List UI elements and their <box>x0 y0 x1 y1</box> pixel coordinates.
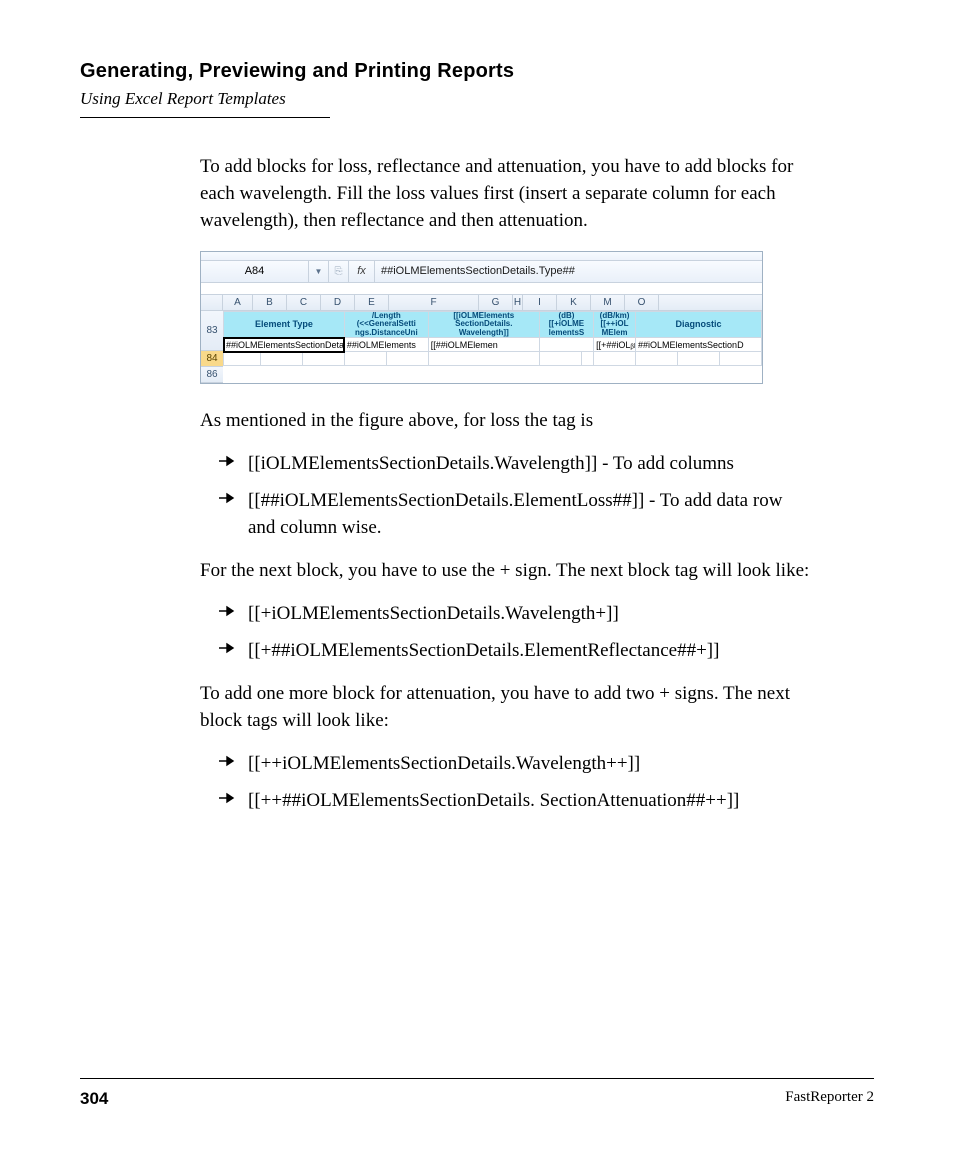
list-item-text: [[++##iOLMElementsSectionDetails. Sectio… <box>248 788 739 815</box>
formula-value[interactable]: ##iOLMElementsSectionDetails.Type## <box>375 261 762 282</box>
paragraph-2: As mentioned in the figure above, for lo… <box>200 408 810 435</box>
col-B[interactable]: B <box>253 295 287 310</box>
list-item-text: [[+iOLMElementsSectionDetails.Wavelength… <box>248 601 619 628</box>
col-I[interactable]: I <box>523 295 557 310</box>
header: Generating, Previewing and Printing Repo… <box>80 60 874 118</box>
header-title: Generating, Previewing and Printing Repo… <box>80 60 874 83</box>
col-F[interactable]: F <box>389 295 479 310</box>
row-header-86[interactable]: 86 <box>201 367 223 383</box>
cell-84-I[interactable]: [[+##iOLᵦn##++]] <box>594 338 636 352</box>
cell-wavelength[interactable]: [[iOLMElements SectionDetails. Wavelengt… <box>428 311 539 337</box>
col-A[interactable]: A <box>223 295 253 310</box>
select-all-corner[interactable] <box>201 295 223 311</box>
arrow-icon <box>218 455 236 467</box>
list-item-text: [[++iOLMElementsSectionDetails.Wavelengt… <box>248 751 640 778</box>
name-box[interactable]: A84 <box>201 261 309 282</box>
col-K[interactable]: K <box>557 295 591 310</box>
footer: 304 FastReporter 2 <box>80 1078 874 1109</box>
arrow-icon <box>218 792 236 804</box>
list-item: [[++iOLMElementsSectionDetails.Wavelengt… <box>218 751 810 778</box>
excel-figure: A84 ▼ ⎘ fx ##iOLMElementsSectionDetails.… <box>200 251 763 384</box>
list-2: [[+iOLMElementsSectionDetails.Wavelength… <box>200 601 810 665</box>
doc-name: FastReporter 2 <box>785 1089 874 1109</box>
fx-icon[interactable]: fx <box>349 261 375 282</box>
col-G[interactable]: G <box>479 295 513 310</box>
row-83: Element Type /Length (<<GeneralSetti ngs… <box>224 311 762 337</box>
cell-db[interactable]: (dB) [[+iOLME lementsS <box>539 311 593 337</box>
sheet-grid: 83 84 86 A B C D E F G H I K <box>201 295 762 383</box>
list-item: [[+iOLMElementsSectionDetails.Wavelength… <box>218 601 810 628</box>
header-subtitle: Using Excel Report Templates <box>80 89 874 109</box>
ribbon-fragment <box>201 252 762 261</box>
list-item: [[iOLMElementsSectionDetails.Wavelength]… <box>218 451 810 478</box>
cell-84-D[interactable]: ##iOLMElements <box>344 338 428 352</box>
cell-dbkm[interactable]: (dB/km) [[++iOL MElem <box>594 311 636 337</box>
arrow-icon <box>218 642 236 654</box>
list-item-text: [[+##iOLMElementsSectionDetails.ElementR… <box>248 638 719 665</box>
row-header-84[interactable]: 84 <box>201 351 223 367</box>
list-item-text: [[iOLMElementsSectionDetails.Wavelength]… <box>248 451 734 478</box>
cell-length[interactable]: /Length (<<GeneralSetti ngs.DistanceUni <box>344 311 428 337</box>
sheet-cells: Element Type /Length (<<GeneralSetti ngs… <box>223 311 762 366</box>
cell-84-G[interactable] <box>539 338 593 352</box>
arrow-icon <box>218 755 236 767</box>
paragraph-1: To add blocks for loss, reflectance and … <box>200 154 810 235</box>
paragraph-4: To add one more block for attenuation, y… <box>200 681 810 735</box>
cell-diagnostic[interactable]: Diagnostic <box>636 311 762 337</box>
list-item: [[##iOLMElementsSectionDetails.ElementLo… <box>218 488 810 542</box>
col-M[interactable]: M <box>591 295 625 310</box>
paragraph-3: For the next block, you have to use the … <box>200 558 810 585</box>
header-rule <box>80 117 330 118</box>
row-header-83[interactable]: 83 <box>201 311 223 351</box>
list-item: [[++##iOLMElementsSectionDetails. Sectio… <box>218 788 810 815</box>
arrow-icon <box>218 492 236 504</box>
col-C[interactable]: C <box>287 295 321 310</box>
formula-gap <box>201 283 762 295</box>
row-86 <box>224 352 762 366</box>
formula-bar: A84 ▼ ⎘ fx ##iOLMElementsSectionDetails.… <box>201 261 762 283</box>
list-item: [[+##iOLMElementsSectionDetails.ElementR… <box>218 638 810 665</box>
name-box-dropdown-icon[interactable]: ▼ <box>309 261 329 282</box>
list-1: [[iOLMElementsSectionDetails.Wavelength]… <box>200 451 810 542</box>
body-content: To add blocks for loss, reflectance and … <box>200 154 810 815</box>
cell-84-A[interactable]: ##iOLMElementsSectionDeta <box>224 338 345 352</box>
list-item-text: [[##iOLMElementsSectionDetails.ElementLo… <box>248 488 810 542</box>
col-O[interactable]: O <box>625 295 659 310</box>
col-D[interactable]: D <box>321 295 355 310</box>
formula-cancel-icon[interactable]: ⎘ <box>329 261 349 282</box>
list-3: [[++iOLMElementsSectionDetails.Wavelengt… <box>200 751 810 815</box>
footer-rule <box>80 1078 874 1079</box>
cell-84-F[interactable]: [[##iOLMElemen <box>428 338 539 352</box>
col-H[interactable]: H <box>513 295 523 310</box>
page-number: 304 <box>80 1089 108 1109</box>
arrow-icon <box>218 605 236 617</box>
column-headers: A B C D E F G H I K M O <box>223 295 762 311</box>
row-84: ##iOLMElementsSectionDeta ##iOLMElements… <box>224 338 762 352</box>
col-E[interactable]: E <box>355 295 389 310</box>
cell-element-type[interactable]: Element Type <box>224 311 345 337</box>
cell-84-K[interactable]: ##iOLMElementsSectionD <box>636 338 762 352</box>
